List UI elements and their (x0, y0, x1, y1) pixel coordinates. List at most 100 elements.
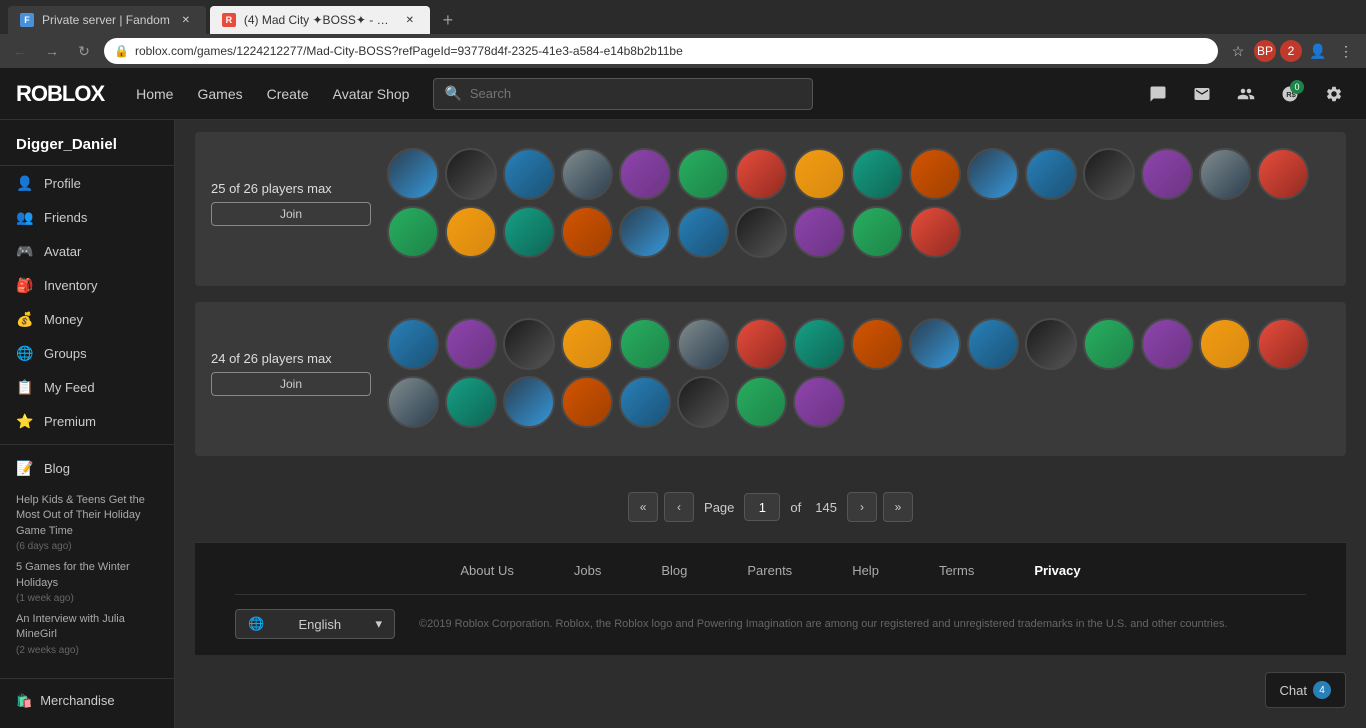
sidebar-item-groups[interactable]: 🌐 Groups (0, 336, 174, 370)
app-layout: ROBLOX Home Games Create Avatar Shop 🔍 R… (0, 68, 1366, 728)
nav-home[interactable]: Home (136, 86, 173, 102)
footer-link-parents[interactable]: Parents (747, 563, 792, 578)
player-avatar (909, 318, 961, 370)
back-button[interactable]: ← (8, 39, 32, 63)
chat-icon-nav[interactable] (1142, 78, 1174, 110)
footer-link-blog[interactable]: Blog (661, 563, 687, 578)
sidebar-label-merchandise: Merchandise (40, 693, 114, 708)
player-avatar (561, 206, 613, 258)
page-prev-button[interactable]: ‹ (664, 492, 694, 522)
footer-link-aboutus[interactable]: About Us (460, 563, 513, 578)
footer-link-jobs[interactable]: Jobs (574, 563, 601, 578)
player-avatar (1083, 318, 1135, 370)
tab-favicon-1: F (20, 13, 34, 27)
player-count-2: 24 of 26 players max (211, 351, 371, 366)
language-selector[interactable]: 🌐 English ▾ (235, 609, 395, 639)
player-count-1: 25 of 26 players max (211, 181, 371, 196)
footer-link-terms[interactable]: Terms (939, 563, 974, 578)
sidebar-item-events[interactable]: Events (0, 717, 174, 728)
friends-sidebar-icon: 👥 (16, 208, 34, 226)
page-input[interactable] (744, 493, 780, 521)
player-avatar (909, 206, 961, 258)
blog-post-title-2: 5 Games for the Winter Holidays (16, 560, 158, 591)
footer: About Us Jobs Blog Parents Help Terms Pr… (195, 542, 1346, 655)
settings-icon[interactable] (1318, 78, 1350, 110)
nav-avatar-shop[interactable]: Avatar Shop (333, 86, 410, 102)
page-next-button[interactable]: › (847, 492, 877, 522)
player-avatar (387, 376, 439, 428)
join-button-2[interactable]: Join (211, 372, 371, 396)
tab-close-1[interactable]: ✕ (178, 12, 194, 28)
blog-post-2[interactable]: 5 Games for the Winter Holidays (1 week … (16, 560, 158, 604)
sidebar-item-friends[interactable]: 👥 Friends (0, 200, 174, 234)
refresh-button[interactable]: ↻ (72, 39, 96, 63)
sidebar-blog-section: Help Kids & Teens Get the Most Out of Th… (0, 485, 174, 672)
tab-title-1: Private server | Fandom (42, 13, 170, 27)
sidebar-item-merchandise[interactable]: 🛍️ Merchandise (0, 685, 174, 717)
server-info-1: 25 of 26 players max Join (211, 181, 371, 226)
nav-games[interactable]: Games (197, 86, 242, 102)
browser-chrome: F Private server | Fandom ✕ R (4) Mad Ci… (0, 0, 1366, 68)
premium-icon: ⭐ (16, 412, 34, 430)
player-avatar (909, 148, 961, 200)
browser-tab-1[interactable]: F Private server | Fandom ✕ (8, 6, 206, 34)
page-last-button[interactable]: » (883, 492, 913, 522)
address-bar[interactable]: 🔒 roblox.com/games/1224212277/Mad-City-B… (104, 38, 1218, 64)
sidebar-item-myfeed[interactable]: 📋 My Feed (0, 370, 174, 404)
player-avatar (1083, 148, 1135, 200)
forward-button[interactable]: → (40, 39, 64, 63)
avatar-icon: 🎮 (16, 242, 34, 260)
sidebar-item-avatar[interactable]: 🎮 Avatar (0, 234, 174, 268)
page-first-button[interactable]: « (628, 492, 658, 522)
blog-post-3[interactable]: An Interview with Julia MineGirl (2 week… (16, 612, 158, 656)
blog-post-date-3: (2 weeks ago) (16, 645, 158, 656)
roblox-logo: ROBLOX (16, 81, 104, 107)
player-avatar (561, 148, 613, 200)
player-avatar (967, 148, 1019, 200)
robux-icon[interactable]: R$ 0 (1274, 78, 1306, 110)
footer-copyright: ©2019 Roblox Corporation. Roblox, the Ro… (419, 618, 1306, 630)
language-label: English (299, 617, 342, 632)
join-button-1[interactable]: Join (211, 202, 371, 226)
new-tab-button[interactable]: + (434, 6, 462, 34)
player-avatar (735, 206, 787, 258)
tab-favicon-2: R (222, 13, 236, 27)
player-avatar (387, 318, 439, 370)
menu-button[interactable]: ⋮ (1334, 39, 1358, 63)
browser-tab-2[interactable]: R (4) Mad City ✦BOSS✦ - Roblox ✕ (210, 6, 430, 34)
player-avatar (793, 148, 845, 200)
blog-post-1[interactable]: Help Kids & Teens Get the Most Out of Th… (16, 493, 158, 552)
messages-icon[interactable] (1186, 78, 1218, 110)
player-avatar (387, 148, 439, 200)
search-input[interactable] (470, 86, 803, 101)
player-avatar (1141, 148, 1193, 200)
player-avatar (735, 318, 787, 370)
lock-icon: 🔒 (114, 44, 129, 58)
chat-label: Chat (1280, 683, 1307, 698)
sidebar-item-profile[interactable]: 👤 Profile (0, 166, 174, 200)
chat-button[interactable]: Chat 4 (1265, 672, 1346, 708)
player-avatar (793, 318, 845, 370)
footer-link-privacy[interactable]: Privacy (1034, 563, 1080, 578)
user-account-button[interactable]: 👤 (1306, 39, 1330, 63)
sidebar-item-blog[interactable]: 📝 Blog (0, 451, 174, 485)
pagination: « ‹ Page of 145 › » (195, 472, 1346, 542)
profile-button[interactable]: BP (1254, 40, 1276, 62)
tab-close-2[interactable]: ✕ (402, 12, 418, 28)
player-avatar (735, 148, 787, 200)
sidebar-item-inventory[interactable]: 🎒 Inventory (0, 268, 174, 302)
sidebar-label-friends: Friends (44, 210, 87, 225)
bookmark-button[interactable]: ☆ (1226, 39, 1250, 63)
sidebar-item-money[interactable]: 💰 Money (0, 302, 174, 336)
player-avatar (445, 318, 497, 370)
search-bar[interactable]: 🔍 (433, 78, 813, 110)
browser-actions: ☆ BP 2 👤 ⋮ (1226, 39, 1358, 63)
footer-bottom: 🌐 English ▾ ©2019 Roblox Corporation. Ro… (235, 609, 1306, 639)
sidebar-item-premium[interactable]: ⭐ Premium (0, 404, 174, 438)
chevron-down-icon: ▾ (375, 616, 382, 632)
friends-icon[interactable] (1230, 78, 1262, 110)
footer-link-help[interactable]: Help (852, 563, 879, 578)
account-button[interactable]: 2 (1280, 40, 1302, 62)
sidebar-label-profile: Profile (44, 176, 81, 191)
nav-create[interactable]: Create (267, 86, 309, 102)
